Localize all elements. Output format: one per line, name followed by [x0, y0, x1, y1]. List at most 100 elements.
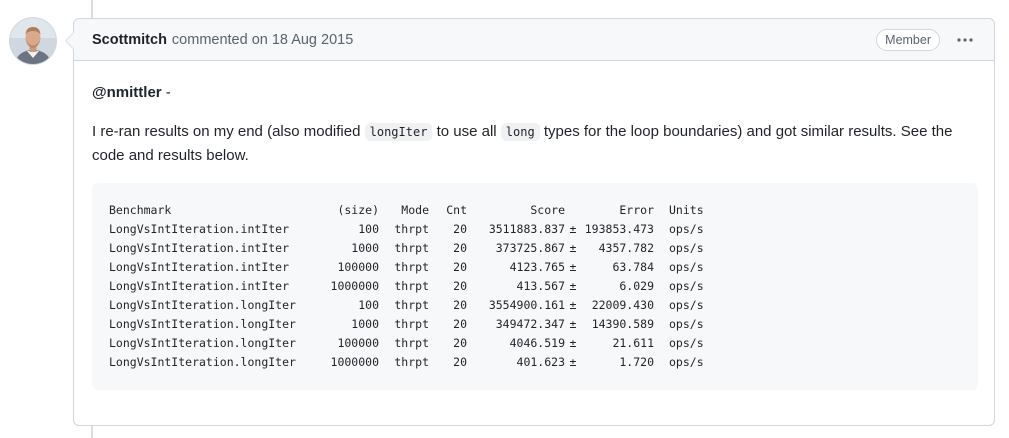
cell-plus-minus: ±	[569, 355, 577, 369]
benchmark-header-row: Benchmark (size) Mode Cnt Score Error Units	[109, 201, 729, 220]
paragraph-text-1: I re-ran results on my end (also modifie…	[92, 123, 365, 140]
cell-plus-minus: ±	[569, 241, 577, 255]
cell-score: 373725.867	[495, 241, 565, 255]
cell-plus-minus: ±	[569, 336, 577, 350]
cell-error: 63.784	[612, 260, 654, 274]
cell-plus-minus: ±	[569, 317, 577, 331]
header-size: (size)	[337, 203, 379, 217]
cell-benchmark: LongVsIntIteration.intIter	[109, 260, 290, 274]
cell-size: 100	[358, 298, 379, 312]
cell-mode: thrpt	[394, 222, 429, 236]
cell-cnt: 20	[453, 241, 467, 255]
comment-box: Scottmitch commented on 18 Aug 2015 Memb…	[65, 18, 995, 426]
cell-benchmark: LongVsIntIteration.longIter	[109, 317, 296, 331]
table-row: LongVsIntIteration.intIter 1000 thrpt 20 373…	[109, 239, 729, 258]
cell-benchmark: LongVsIntIteration.longIter	[109, 336, 296, 350]
cell-mode: thrpt	[394, 241, 429, 255]
cell-cnt: 20	[453, 336, 467, 350]
cell-plus-minus: ±	[569, 298, 577, 312]
cell-size: 100000	[337, 260, 379, 274]
cell-error: 4357.782	[598, 241, 654, 255]
user-mention-link[interactable]: @nmittler	[92, 84, 162, 101]
table-row: LongVsIntIteration.longIter 100000 thrpt 20…	[109, 334, 729, 353]
cell-score: 4123.765	[509, 260, 565, 274]
cell-score: 3511883.837	[488, 222, 565, 236]
cell-score: 413.567	[516, 279, 565, 293]
cell-mode: thrpt	[394, 260, 429, 274]
cell-error: 21.611	[612, 336, 654, 350]
cell-units: ops/s	[669, 241, 704, 255]
cell-units: ops/s	[669, 279, 704, 293]
comment-paragraph: I re-ran results on my end (also modifie…	[92, 120, 976, 167]
table-row: LongVsIntIteration.intIter 100 thrpt 20 3511…	[109, 220, 729, 239]
inline-code-long: long	[500, 123, 540, 141]
kebab-horizontal-icon	[957, 37, 973, 42]
header-mode: Mode	[401, 203, 429, 217]
benchmark-code-block: Benchmark (size) Mode Cnt Score Error Units Lon…	[92, 183, 978, 390]
cell-size: 1000	[351, 241, 379, 255]
cell-size: 100	[358, 222, 379, 236]
cell-cnt: 20	[453, 279, 467, 293]
header-cnt: Cnt	[446, 203, 467, 217]
avatar[interactable]	[10, 18, 56, 64]
cell-benchmark: LongVsIntIteration.longIter	[109, 355, 296, 369]
cell-mode: thrpt	[394, 298, 429, 312]
cell-mode: thrpt	[394, 355, 429, 369]
role-badge: Member	[876, 28, 940, 51]
more-options-button[interactable]	[954, 31, 976, 49]
table-row: LongVsIntIteration.intIter 1000000 thrpt 20…	[109, 277, 729, 296]
cell-mode: thrpt	[394, 317, 429, 331]
comment-caret-inner	[66, 33, 74, 49]
mention-paragraph: @nmittler -	[92, 81, 976, 104]
cell-benchmark: LongVsIntIteration.longIter	[109, 298, 296, 312]
user-avatar-icon	[10, 18, 56, 64]
cell-score: 349472.347	[495, 317, 565, 331]
cell-units: ops/s	[669, 317, 704, 331]
header-benchmark: Benchmark	[109, 203, 172, 217]
cell-score: 401.623	[516, 355, 565, 369]
inline-code-longiter: longIter	[364, 123, 433, 141]
header-units: Units	[669, 203, 704, 217]
table-row: LongVsIntIteration.intIter 100000 thrpt 20 4…	[109, 258, 729, 277]
cell-mode: thrpt	[394, 279, 429, 293]
cell-size: 100000	[337, 336, 379, 350]
cell-score: 3554900.161	[488, 298, 565, 312]
cell-size: 1000	[351, 317, 379, 331]
benchmark-table: Benchmark (size) Mode Cnt Score Error Units Lon…	[109, 201, 729, 372]
header-right: Member	[876, 28, 976, 51]
cell-benchmark: LongVsIntIteration.intIter	[109, 241, 290, 255]
header-error: Error	[619, 203, 654, 217]
cell-size: 1000000	[330, 279, 379, 293]
comment-header: Scottmitch commented on 18 Aug 2015 Memb…	[74, 19, 994, 61]
cell-plus-minus: ±	[569, 222, 577, 236]
cell-error: 6.029	[619, 279, 654, 293]
cell-error: 14390.589	[591, 317, 654, 331]
cell-cnt: 20	[453, 260, 467, 274]
table-row: LongVsIntIteration.longIter 1000000 thrpt 2…	[109, 353, 729, 372]
table-row: LongVsIntIteration.longIter 1000 thrpt 20 34…	[109, 315, 729, 334]
header-pm	[565, 201, 581, 220]
comment-action-text: commented on	[171, 31, 268, 48]
cell-cnt: 20	[453, 355, 467, 369]
cell-mode: thrpt	[394, 336, 429, 350]
cell-cnt: 20	[453, 298, 467, 312]
cell-error: 1.720	[619, 355, 654, 369]
cell-units: ops/s	[669, 222, 704, 236]
cell-error: 193853.473	[584, 222, 654, 236]
comment-body: @nmittler - I re-ran results on my end (…	[74, 61, 994, 390]
cell-cnt: 20	[453, 222, 467, 236]
cell-units: ops/s	[669, 336, 704, 350]
comment-timestamp-link[interactable]: 18 Aug 2015	[272, 32, 353, 48]
cell-units: ops/s	[669, 260, 704, 274]
mention-suffix: -	[161, 84, 171, 101]
author-link[interactable]: Scottmitch	[92, 32, 167, 48]
cell-score: 4046.519	[509, 336, 565, 350]
cell-error: 22009.430	[591, 298, 654, 312]
cell-plus-minus: ±	[569, 279, 577, 293]
cell-units: ops/s	[669, 298, 704, 312]
header-score: Score	[530, 203, 565, 217]
cell-size: 1000000	[330, 355, 379, 369]
table-row: LongVsIntIteration.longIter 100 thrpt 20 355…	[109, 296, 729, 315]
cell-units: ops/s	[669, 355, 704, 369]
paragraph-text-2: to use all	[432, 123, 501, 140]
